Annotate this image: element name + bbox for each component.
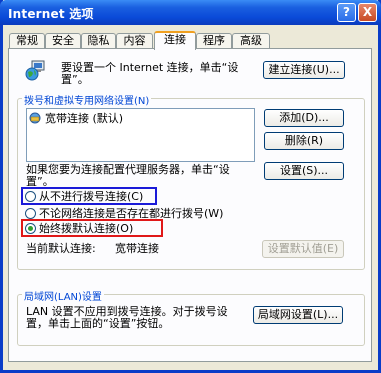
tab-general[interactable]: 常规 <box>9 33 45 49</box>
tab-connections[interactable]: 连接 <box>154 31 196 50</box>
window-title: Internet 选项 <box>8 7 94 21</box>
tab-content[interactable]: 内容 <box>116 33 153 49</box>
radio-never-dial-label: 从不进行拨号连接(C) <box>39 190 144 203</box>
settings-button[interactable]: 设置(S)... <box>264 162 344 180</box>
lan-group-label: 局域网(LAN)设置 <box>22 288 104 303</box>
setup-text-line2: 置”。 <box>61 73 89 86</box>
internet-options-window: Internet 选项 ? X 常规 安全 隐私 内容 连接 程序 高级 要设置… <box>0 0 381 373</box>
dialup-group-label: 拨号和虚拟专用网络设置(N) <box>22 92 152 107</box>
proxy-text-line1: 如果您要为连接配置代理服务器，单击“设 <box>26 163 230 176</box>
lan-settings-button[interactable]: 局域网设置(L)... <box>253 306 343 324</box>
help-button[interactable]: ? <box>337 3 356 22</box>
setup-connection-button[interactable]: 建立连接(U)... <box>263 61 345 79</box>
title-bar: Internet 选项 ? X <box>0 0 381 25</box>
connections-panel: 要设置一个 Internet 连接，单击“设 置”。 建立连接(U)... 拨号… <box>8 48 372 362</box>
broadband-connection-icon <box>29 112 41 124</box>
radio-always-dial-default-label: 始终拨默认连接(O) <box>39 222 134 235</box>
current-default-value: 宽带连接 <box>115 242 159 255</box>
connections-listbox[interactable]: 宽带连接 (默认) <box>26 108 255 162</box>
radio-always-dial-default[interactable] <box>25 223 36 234</box>
add-button[interactable]: 添加(D)... <box>264 109 344 127</box>
radio-never-dial[interactable] <box>25 191 36 202</box>
tab-advanced[interactable]: 高级 <box>232 33 270 49</box>
network-globe-icon <box>25 59 47 81</box>
tab-privacy[interactable]: 隐私 <box>81 33 116 49</box>
tab-programs[interactable]: 程序 <box>196 33 232 49</box>
tab-security[interactable]: 安全 <box>45 33 81 49</box>
set-default-button[interactable]: 设置默认值(E) <box>262 240 344 258</box>
lan-text-line2: 置，单击上面的“设置”按钮。 <box>26 317 170 330</box>
remove-button[interactable]: 删除(R) <box>264 132 344 150</box>
list-item-label: 宽带连接 (默认) <box>45 112 124 125</box>
close-button[interactable]: X <box>358 3 377 22</box>
current-default-label: 当前默认连接: <box>26 242 96 255</box>
radio-dial-whenever[interactable] <box>25 208 36 219</box>
